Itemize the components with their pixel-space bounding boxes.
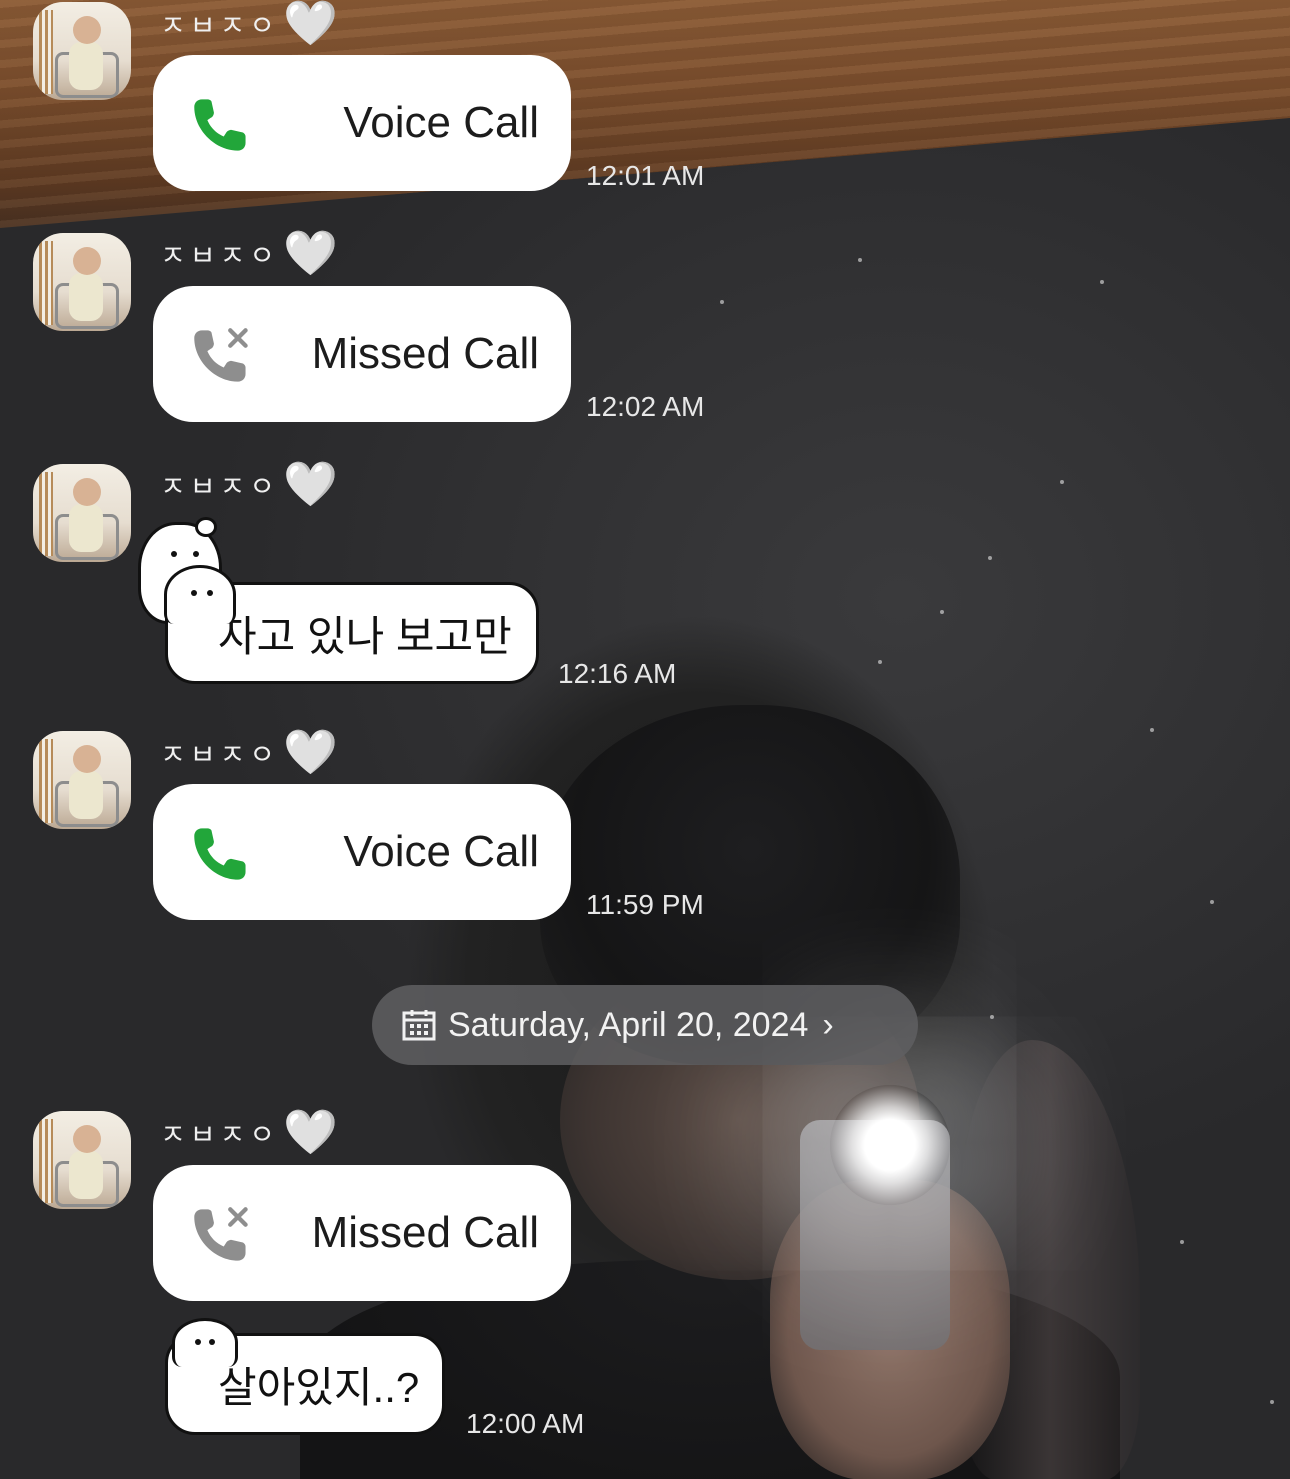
heart-icon: 🤍 — [283, 0, 342, 48]
heart-icon: 🤍 — [283, 1108, 342, 1157]
message-time: 12:02 AM — [586, 391, 705, 422]
message-text: 살아있지..? — [218, 1363, 420, 1411]
calendar-icon — [402, 1010, 436, 1041]
dust-speck — [990, 1015, 994, 1019]
date-label: Saturday, April 20, 2024 — [448, 1005, 809, 1044]
sender-name-text: ㅈㅂㅈㅇ — [160, 240, 280, 271]
message-time: 12:01 AM — [586, 160, 705, 191]
dust-speck — [940, 610, 944, 614]
missed-call-icon — [194, 328, 248, 382]
sender-name: ㅈㅂㅈㅇ 🤍 — [160, 731, 342, 775]
heart-icon: 🤍 — [283, 728, 342, 777]
wallpaper-flash — [830, 1085, 950, 1205]
dust-speck — [1210, 900, 1214, 904]
dust-speck — [858, 258, 862, 262]
missed-call-icon — [194, 1207, 248, 1261]
dust-speck — [1060, 480, 1064, 484]
call-label: Missed Call — [311, 329, 539, 378]
phone-icon — [194, 828, 246, 880]
message-time: 11:59 PM — [586, 889, 704, 920]
phone-icon — [194, 99, 246, 151]
dust-speck — [878, 660, 882, 664]
avatar[interactable] — [33, 2, 131, 100]
bear-peek-icon — [164, 565, 236, 624]
message-time: 12:16 AM — [558, 658, 677, 689]
avatar[interactable] — [33, 1111, 131, 1209]
sender-name-text: ㅈㅂㅈㅇ — [160, 471, 280, 502]
bear-peek-icon — [172, 1318, 238, 1367]
message-time: 12:00 AM — [466, 1408, 585, 1439]
dust-speck — [988, 556, 992, 560]
sender-name-text: ㅈㅂㅈㅇ — [160, 739, 280, 770]
dust-speck — [1100, 280, 1104, 284]
call-label: Voice Call — [343, 98, 539, 147]
call-label: Missed Call — [311, 1208, 539, 1257]
avatar[interactable] — [33, 233, 131, 331]
message-text: 자고 있나 보고만 — [218, 612, 512, 660]
avatar[interactable] — [33, 464, 131, 562]
sender-name-text: ㅈㅂㅈㅇ — [160, 1119, 280, 1150]
voice-call-bubble[interactable]: Voice Call — [153, 784, 571, 920]
missed-call-bubble[interactable]: Missed Call — [153, 1165, 571, 1301]
heart-icon: 🤍 — [283, 460, 342, 509]
avatar[interactable] — [33, 731, 131, 829]
voice-call-bubble[interactable]: Voice Call — [153, 55, 571, 191]
sender-name: ㅈㅂㅈㅇ 🤍 — [160, 463, 342, 507]
missed-call-bubble[interactable]: Missed Call — [153, 286, 571, 422]
sender-name: ㅈㅂㅈㅇ 🤍 — [160, 232, 342, 276]
sender-name: ㅈㅂㅈㅇ 🤍 — [160, 1111, 342, 1155]
call-label: Voice Call — [343, 827, 539, 876]
dust-speck — [1180, 1240, 1184, 1244]
sender-name-text: ㅈㅂㅈㅇ — [160, 10, 280, 41]
sender-name: ㅈㅂㅈㅇ 🤍 — [160, 2, 342, 46]
heart-icon: 🤍 — [283, 229, 342, 278]
dust-speck — [720, 300, 724, 304]
dust-speck — [1150, 728, 1154, 732]
date-divider[interactable]: Saturday, April 20, 2024 › — [372, 985, 918, 1065]
dust-speck — [1270, 1400, 1274, 1404]
chevron-right-icon: › — [822, 1005, 834, 1044]
